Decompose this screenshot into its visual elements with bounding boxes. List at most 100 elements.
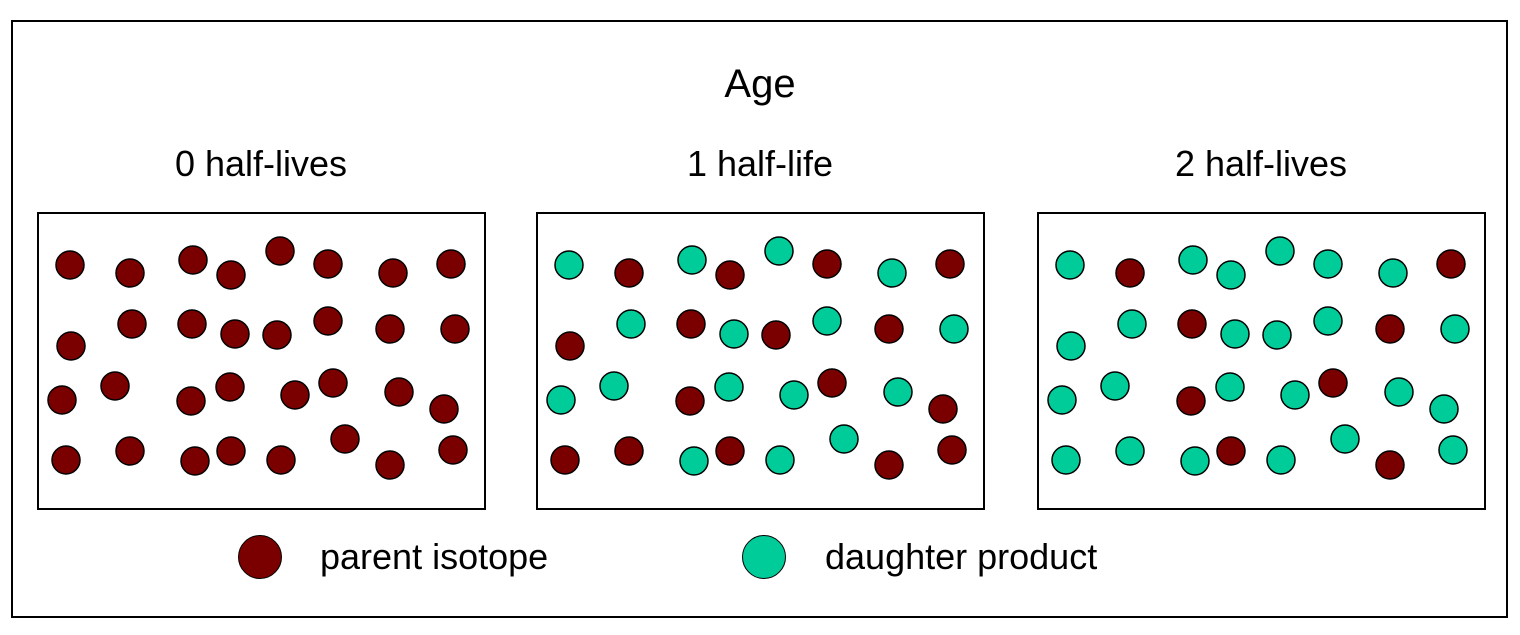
daughter-particle: [679, 446, 709, 476]
parent-particle: [675, 386, 705, 416]
parent-particle: [265, 236, 295, 266]
daughter-particle: [1266, 445, 1296, 475]
daughter-particle: [1115, 436, 1145, 466]
parent-particle: [614, 436, 644, 466]
daughter-particle: [1055, 250, 1085, 280]
parent-particle: [715, 436, 745, 466]
daughter-particle: [829, 424, 859, 454]
parent-particle: [100, 371, 130, 401]
parent-particle: [115, 258, 145, 288]
parent-particle: [313, 306, 343, 336]
legend-parent-icon: [238, 535, 282, 579]
parent-particle: [1436, 249, 1466, 279]
parent-particle: [215, 372, 245, 402]
parent-particle: [614, 258, 644, 288]
parent-particle: [715, 260, 745, 290]
daughter-particle: [1216, 260, 1246, 290]
parent-particle: [117, 309, 147, 339]
daughter-particle: [812, 306, 842, 336]
daughter-particle: [883, 377, 913, 407]
daughter-particle: [877, 258, 907, 288]
parent-particle: [1318, 368, 1348, 398]
parent-particle: [318, 368, 348, 398]
parent-particle: [262, 320, 292, 350]
daughter-particle: [599, 371, 629, 401]
parent-particle: [550, 445, 580, 475]
parent-particle: [266, 445, 296, 475]
daughter-particle: [1313, 249, 1343, 279]
daughter-particle: [1056, 331, 1086, 361]
daughter-particle: [1265, 236, 1295, 266]
parent-particle: [1176, 386, 1206, 416]
parent-particle: [937, 435, 967, 465]
daughter-particle: [1215, 372, 1245, 402]
daughter-particle: [1051, 445, 1081, 475]
daughter-particle: [779, 380, 809, 410]
parent-particle: [115, 436, 145, 466]
parent-particle: [180, 446, 210, 476]
daughter-particle: [1438, 435, 1468, 465]
daughter-particle: [1180, 446, 1210, 476]
parent-particle: [874, 450, 904, 480]
daughter-particle: [546, 385, 576, 415]
parent-particle: [313, 249, 343, 279]
daughter-particle: [677, 245, 707, 275]
parent-particle: [51, 445, 81, 475]
daughter-particle: [1429, 394, 1459, 424]
parent-particle: [56, 331, 86, 361]
parent-particle: [375, 314, 405, 344]
parent-particle: [216, 436, 246, 466]
parent-particle: [1375, 450, 1405, 480]
parent-particle: [220, 319, 250, 349]
daughter-particle: [939, 314, 969, 344]
parent-particle: [817, 368, 847, 398]
parent-particle: [438, 435, 468, 465]
daughter-particle: [1262, 320, 1292, 350]
parent-particle: [178, 245, 208, 275]
daughter-particle: [719, 319, 749, 349]
daughter-particle: [765, 445, 795, 475]
parent-particle: [440, 314, 470, 344]
daughter-particle: [554, 250, 584, 280]
daughter-particle: [764, 236, 794, 266]
daughter-particle: [1313, 306, 1343, 336]
parent-particle: [176, 386, 206, 416]
parent-particle: [47, 385, 77, 415]
parent-particle: [676, 309, 706, 339]
parent-particle: [177, 309, 207, 339]
parent-particle: [436, 249, 466, 279]
parent-particle: [216, 260, 246, 290]
parent-particle: [935, 249, 965, 279]
daughter-particle: [1378, 258, 1408, 288]
parent-particle: [384, 377, 414, 407]
parent-particle: [1115, 258, 1145, 288]
parent-particle: [928, 394, 958, 424]
parent-particle: [330, 424, 360, 454]
parent-particle: [761, 320, 791, 350]
daughter-particle: [1047, 385, 1077, 415]
daughter-particle: [1117, 309, 1147, 339]
legend-parent-label: parent isotope: [320, 536, 549, 577]
legend-daughter-icon: [742, 535, 786, 579]
parent-particle: [874, 314, 904, 344]
daughter-particle: [1220, 319, 1250, 349]
parent-particle: [375, 450, 405, 480]
parent-particle: [378, 258, 408, 288]
daughter-particle: [1280, 380, 1310, 410]
daughter-particle: [714, 372, 744, 402]
parent-particle: [1375, 314, 1405, 344]
parent-particle: [280, 380, 310, 410]
parent-particle: [55, 250, 85, 280]
parent-particle: [1177, 309, 1207, 339]
daughter-particle: [1178, 245, 1208, 275]
daughter-particle: [1440, 314, 1470, 344]
daughter-particle: [616, 309, 646, 339]
parent-particle: [555, 331, 585, 361]
legend-daughter-label: daughter product: [825, 536, 1098, 577]
parent-particle: [1216, 436, 1246, 466]
daughter-particle: [1100, 371, 1130, 401]
parent-particle: [429, 394, 459, 424]
parent-particle: [812, 249, 842, 279]
daughter-particle: [1330, 424, 1360, 454]
daughter-particle: [1384, 377, 1414, 407]
